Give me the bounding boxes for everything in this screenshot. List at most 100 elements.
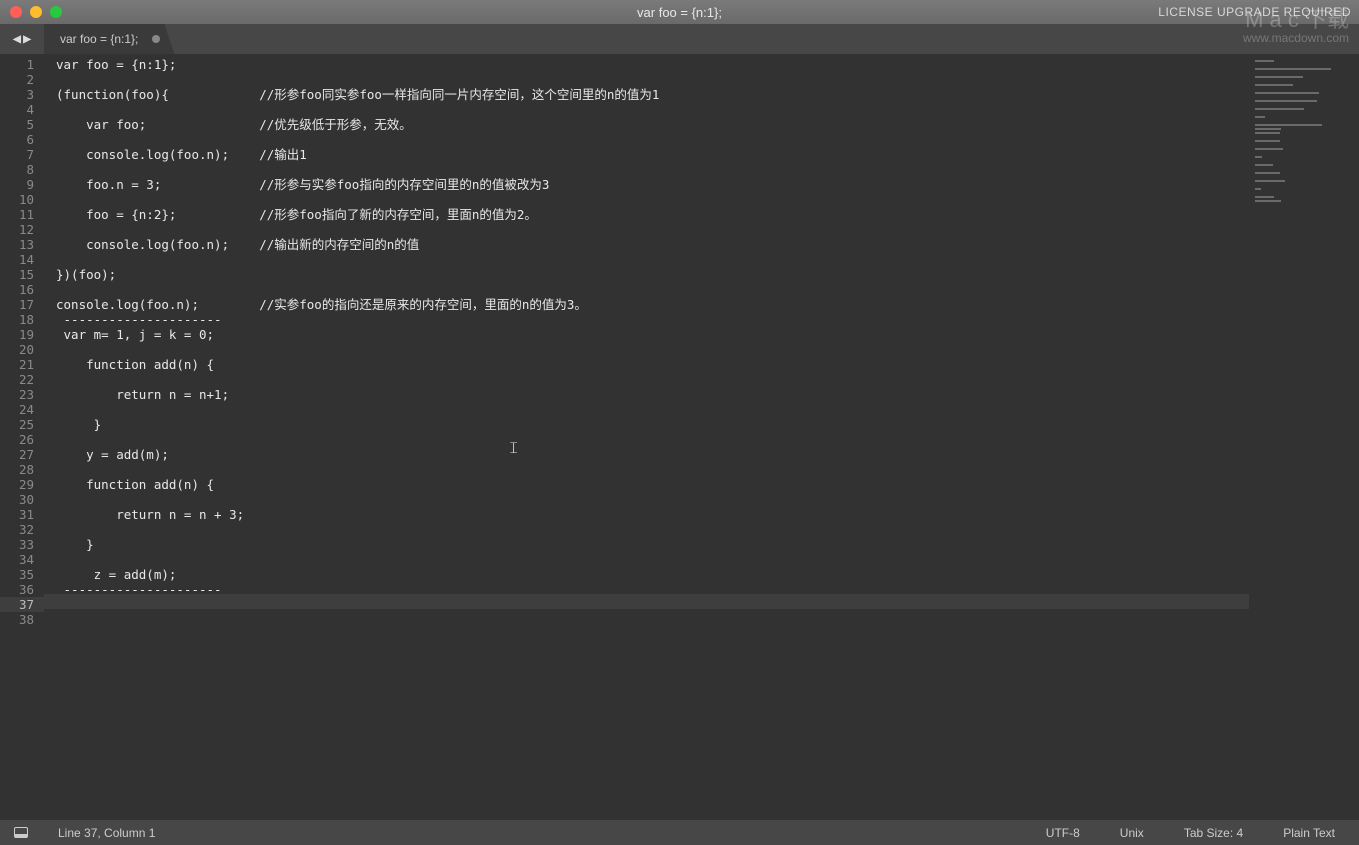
line-number: 24 — [0, 402, 34, 417]
nav-forward-icon[interactable]: ▶ — [23, 31, 31, 47]
status-indent[interactable]: Tab Size: 4 — [1174, 826, 1253, 840]
code-line[interactable]: console.log(foo.n); //实参foo的指向还是原来的内存空间，… — [56, 297, 1249, 312]
line-number: 34 — [0, 552, 34, 567]
minimap-line — [1255, 60, 1274, 62]
code-line[interactable] — [56, 282, 1249, 297]
line-number: 6 — [0, 132, 34, 147]
status-cursor-position[interactable]: Line 37, Column 1 — [48, 826, 165, 840]
window-title: var foo = {n:1}; — [0, 5, 1359, 20]
status-line-endings[interactable]: Unix — [1110, 826, 1154, 840]
code-line[interactable]: function add(n) { — [56, 357, 1249, 372]
code-line[interactable]: z = add(m); — [56, 567, 1249, 582]
code-line[interactable]: return n = n+1; — [56, 387, 1249, 402]
line-number: 18 — [0, 312, 34, 327]
panel-toggle-icon[interactable] — [14, 827, 28, 838]
code-editor[interactable]: var foo = {n:1}; (function(foo){ //形参foo… — [44, 54, 1249, 820]
code-line[interactable]: --------------------- — [56, 582, 1249, 597]
code-line[interactable] — [56, 522, 1249, 537]
code-line[interactable] — [56, 462, 1249, 477]
file-tab[interactable]: var foo = {n:1}; — [44, 24, 174, 54]
code-line[interactable]: })(foo); — [56, 267, 1249, 282]
code-line[interactable]: var foo; //优先级低于形参，无效。 — [56, 117, 1249, 132]
code-line[interactable] — [56, 222, 1249, 237]
tab-bar: ◀▶ var foo = {n:1}; — [0, 24, 1359, 54]
code-line[interactable] — [56, 552, 1249, 567]
line-number: 31 — [0, 507, 34, 522]
minimap-line — [1255, 172, 1280, 174]
minimap-line — [1255, 64, 1259, 66]
minimap-line — [1255, 88, 1259, 90]
code-line[interactable]: y = add(m); — [56, 447, 1249, 462]
line-number: 23 — [0, 387, 34, 402]
minimap-line — [1255, 176, 1259, 178]
line-number: 35 — [0, 567, 34, 582]
line-number: 13 — [0, 237, 34, 252]
minimap-line — [1255, 168, 1259, 170]
line-number: 30 — [0, 492, 34, 507]
code-line[interactable] — [56, 492, 1249, 507]
code-line[interactable]: function add(n) { — [56, 477, 1249, 492]
code-line[interactable]: foo = {n:2}; //形参foo指向了新的内存空间，里面n的值为2。 — [56, 207, 1249, 222]
line-number: 19 — [0, 327, 34, 342]
line-number: 37 — [0, 597, 44, 612]
code-line[interactable]: } — [56, 537, 1249, 552]
minimap-line — [1255, 184, 1259, 186]
minimap-line — [1255, 84, 1293, 86]
minimap-line — [1255, 104, 1259, 106]
line-number: 27 — [0, 447, 34, 462]
minimap-line — [1255, 144, 1259, 146]
code-line[interactable]: --------------------- — [56, 312, 1249, 327]
code-line[interactable]: var foo = {n:1}; — [56, 57, 1249, 72]
minimap-line — [1255, 160, 1259, 162]
line-number: 14 — [0, 252, 34, 267]
line-number: 7 — [0, 147, 34, 162]
minimap-line — [1255, 148, 1283, 150]
code-line[interactable]: var m= 1, j = k = 0; — [56, 327, 1249, 342]
minimap-line — [1255, 200, 1281, 202]
editor-area: 1234567891011121314151617181920212223242… — [0, 54, 1359, 820]
status-encoding[interactable]: UTF-8 — [1036, 826, 1090, 840]
minimap-line — [1255, 136, 1259, 138]
line-number: 11 — [0, 207, 34, 222]
code-line[interactable] — [56, 372, 1249, 387]
dirty-indicator-icon — [152, 35, 160, 43]
minimap-line — [1255, 156, 1262, 158]
code-line[interactable] — [56, 612, 1249, 627]
line-number: 12 — [0, 222, 34, 237]
code-line[interactable] — [56, 72, 1249, 87]
line-number: 29 — [0, 477, 34, 492]
code-line[interactable]: console.log(foo.n); //输出新的内存空间的n的值 — [56, 237, 1249, 252]
line-number: 38 — [0, 612, 34, 627]
line-number-gutter[interactable]: 1234567891011121314151617181920212223242… — [0, 54, 44, 820]
code-line[interactable]: foo.n = 3; //形参与实参foo指向的内存空间里的n的值被改为3 — [56, 177, 1249, 192]
code-line[interactable] — [56, 132, 1249, 147]
minimap-line — [1255, 208, 1259, 210]
minimap-line — [1255, 116, 1265, 118]
code-line[interactable]: return n = n + 3; — [56, 507, 1249, 522]
code-line[interactable] — [56, 342, 1249, 357]
line-number: 8 — [0, 162, 34, 177]
minimap-line — [1255, 164, 1273, 166]
line-number: 32 — [0, 522, 34, 537]
tab-label: var foo = {n:1}; — [60, 32, 138, 46]
code-line[interactable]: (function(foo){ //形参foo同实参foo一样指向同一片内存空间… — [56, 87, 1249, 102]
line-number: 28 — [0, 462, 34, 477]
minimap-line — [1255, 204, 1259, 206]
code-line[interactable]: } — [56, 417, 1249, 432]
code-line[interactable] — [56, 192, 1249, 207]
code-line[interactable] — [56, 162, 1249, 177]
code-line[interactable] — [56, 597, 1249, 612]
code-line[interactable] — [56, 402, 1249, 417]
minimap[interactable] — [1249, 54, 1359, 820]
nav-arrows[interactable]: ◀▶ — [0, 24, 44, 54]
status-syntax[interactable]: Plain Text — [1273, 826, 1345, 840]
code-line[interactable] — [56, 432, 1249, 447]
code-line[interactable]: console.log(foo.n); //输出1 — [56, 147, 1249, 162]
code-line[interactable] — [56, 102, 1249, 117]
code-line[interactable] — [56, 252, 1249, 267]
line-number: 21 — [0, 357, 34, 372]
nav-back-icon[interactable]: ◀ — [13, 31, 21, 47]
line-number: 26 — [0, 432, 34, 447]
minimap-line — [1255, 96, 1259, 98]
line-number: 3 — [0, 87, 34, 102]
